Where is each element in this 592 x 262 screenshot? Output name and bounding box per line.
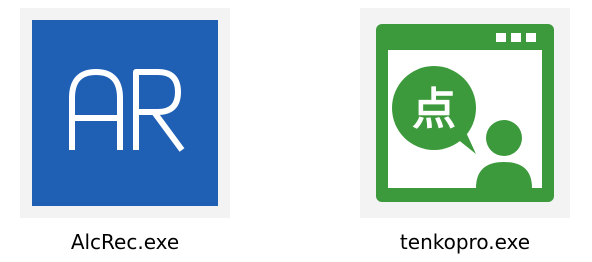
ten-kanji-glyph: 点	[412, 84, 456, 135]
alcrec-app-icon[interactable]	[20, 8, 230, 218]
file-name-label[interactable]: tenkopro.exe	[400, 230, 530, 254]
file-explorer-view: AlcRec.exe 点 tenkopro.exe	[0, 0, 592, 262]
file-item-tenkopro[interactable]: 点 tenkopro.exe	[360, 8, 570, 256]
tenkopro-app-icon[interactable]: 点	[360, 8, 570, 218]
alcrec-logo-icon	[32, 20, 218, 206]
file-item-alcrec[interactable]: AlcRec.exe	[20, 8, 230, 256]
file-name-label[interactable]: AlcRec.exe	[71, 230, 179, 254]
tenkopro-logo-icon: 点	[376, 24, 554, 202]
